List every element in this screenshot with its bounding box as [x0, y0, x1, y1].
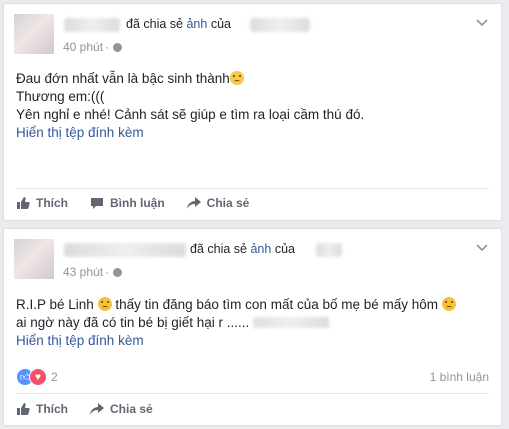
shared-text: đã chia sẻ [126, 17, 183, 31]
comment-button[interactable]: Bình luận [90, 196, 165, 210]
post-actions: Thích Chia sẻ [16, 396, 489, 422]
post-line-2: Thương em:((( [16, 89, 105, 104]
globe-icon [113, 43, 123, 52]
like-label: Thích [36, 196, 68, 210]
share-button[interactable]: Chia sẻ [90, 402, 153, 416]
avatar[interactable] [14, 14, 54, 54]
globe-icon [113, 268, 123, 277]
thumbs-up-icon [17, 403, 30, 415]
chevron-down-icon[interactable] [475, 18, 489, 28]
owner-name-redacted[interactable] [250, 18, 310, 32]
redacted-text [253, 317, 330, 328]
share-arrow-icon [186, 197, 201, 209]
thumbs-up-icon [17, 197, 30, 209]
author-name-redacted[interactable] [64, 18, 120, 32]
shared-text: đã chia sẻ [190, 242, 247, 256]
comment-icon [91, 198, 103, 209]
of-text: của [210, 17, 231, 31]
photo-link[interactable]: ảnh [250, 242, 271, 256]
of-text: của [274, 242, 295, 256]
sad-emoji-icon [97, 297, 112, 311]
post-meta: 40 phút · [63, 40, 123, 54]
share-label: Chia sẻ [206, 196, 250, 210]
share-label: Chia sẻ [110, 402, 153, 416]
post-meta: 43 phút · [63, 265, 123, 279]
post-header: đã chia sẻ ảnh của [190, 242, 295, 256]
post-line-2: ai ngờ này đã có tin bé bị giết hại r ..… [16, 315, 250, 330]
post-line-1: Đau đớn nhất vẫn là bậc sinh thành [16, 71, 230, 86]
chevron-down-icon[interactable] [475, 243, 489, 253]
reaction-count: 2 [51, 370, 58, 384]
feed-post-2: đã chia sẻ ảnh của 43 phút · R.I.P bé Lin… [3, 228, 502, 426]
post-body: Đau đớn nhất vẫn là bậc sinh thành Thươn… [16, 70, 489, 142]
like-button[interactable]: Thích [16, 196, 68, 210]
love-reaction-icon: ♥ [29, 368, 47, 386]
comment-label: Bình luận [110, 196, 165, 210]
post-header: đã chia sẻ ảnh của [126, 17, 231, 31]
post-body: R.I.P bé Linh thấy tin đăng báo tìm con … [16, 296, 489, 350]
show-attachment-link[interactable]: Hiển thị tệp đính kèm [16, 332, 489, 350]
post-actions: Thích Bình luận Chia sẻ [16, 190, 489, 216]
post-line-1b: thấy tin đăng báo tìm con mất của bố mẹ … [115, 297, 439, 312]
author-name-redacted[interactable] [64, 243, 186, 257]
timestamp[interactable]: 43 phút [63, 265, 103, 279]
post-line-1: R.I.P bé Linh [16, 297, 94, 312]
divider [16, 188, 489, 189]
share-button[interactable]: Chia sẻ [186, 196, 250, 210]
owner-name-redacted[interactable] [316, 243, 342, 257]
like-label: Thích [36, 402, 68, 416]
photo-link[interactable]: ảnh [186, 17, 207, 31]
like-button[interactable]: Thích [16, 402, 68, 416]
post-line-3: Yên nghỉ e nhé! Cảnh sát sẽ giúp e tìm r… [16, 107, 365, 122]
comment-count-link[interactable]: 1 bình luận [430, 370, 489, 384]
timestamp[interactable]: 40 phút [63, 40, 103, 54]
sad-emoji-icon [441, 297, 456, 311]
avatar[interactable] [14, 239, 54, 279]
reaction-summary[interactable]: 👍︎ ♥ 2 [16, 368, 58, 386]
crying-emoji-icon [229, 71, 244, 85]
divider [16, 393, 489, 394]
show-attachment-link[interactable]: Hiển thị tệp đính kèm [16, 124, 489, 142]
share-arrow-icon [90, 403, 104, 415]
feed-post-1: đã chia sẻ ảnh của 40 phút · Đau đớn nhất… [3, 3, 502, 221]
